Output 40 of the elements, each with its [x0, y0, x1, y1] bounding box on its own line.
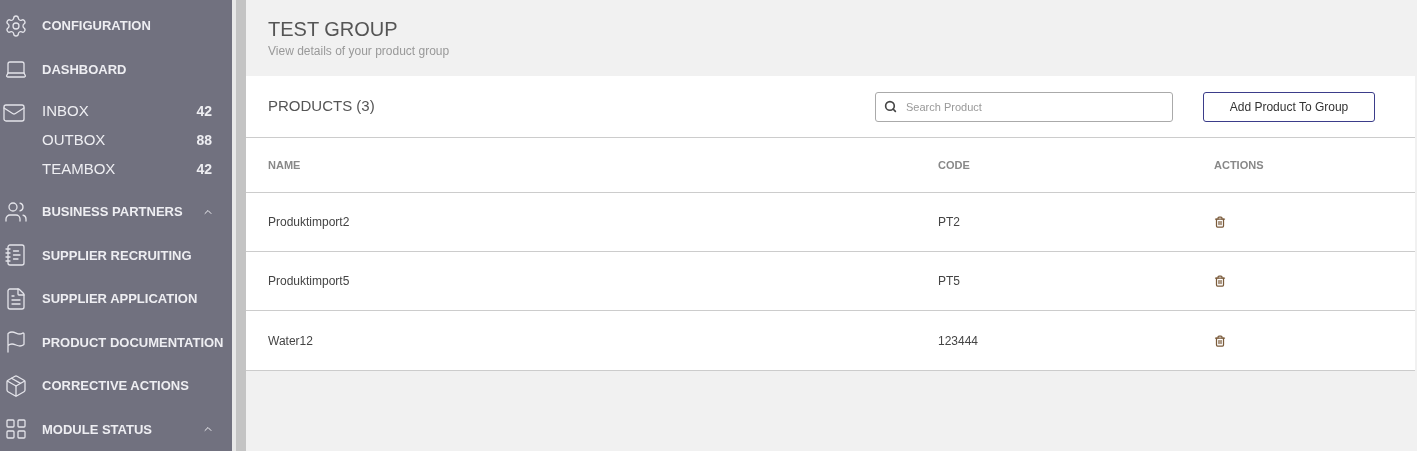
notepad-icon [4, 243, 28, 268]
mail-count: 88 [196, 131, 212, 150]
sidebar-item[interactable]: BUSINESS PARTNERS [0, 190, 232, 234]
envelope-icon [2, 101, 26, 125]
mail-count: 42 [196, 102, 212, 121]
mailbox-item[interactable]: OUTBOX 88 [42, 126, 212, 155]
mailbox-item[interactable]: INBOX 42 [42, 97, 212, 126]
column-header: NAME [268, 157, 302, 173]
page-subtitle: View details of your product group [268, 43, 451, 60]
table-cell-text: 123444 [938, 332, 980, 350]
column-header: ACTIONS [1214, 157, 1264, 173]
gear-icon [4, 13, 28, 38]
sidebar-item[interactable]: SUPPLIER APPLICATION [0, 277, 232, 321]
mail-count: 42 [196, 160, 212, 179]
search-field[interactable]: Search Product [875, 91, 1173, 122]
flag-icon [4, 330, 28, 355]
sidebar-item[interactable]: DASHBOARD [0, 47, 232, 91]
delete-icon[interactable] [1214, 216, 1226, 228]
grid-icon [4, 417, 28, 442]
sidebar-item[interactable]: SUPPLIER RECRUITING [0, 233, 232, 277]
mailbox-item[interactable]: TEAMBOX 42 [42, 155, 212, 184]
delete-icon[interactable] [1214, 275, 1226, 287]
section-heading: PRODUCTS (3) [268, 96, 376, 117]
sidebar-item[interactable]: MODULE STATUS [0, 407, 232, 451]
page-title: TEST GROUP [268, 17, 399, 42]
box-icon [4, 373, 28, 398]
sidebar-item[interactable]: CONFIGURATION [0, 4, 232, 48]
table-cell-text: PT5 [938, 273, 961, 290]
table-cell-text: PT2 [938, 214, 961, 231]
delete-icon[interactable] [1214, 334, 1226, 347]
add-product-button[interactable]: Add Product To Group [1203, 91, 1375, 122]
table-cell-text: Produktimport5 [268, 273, 351, 290]
table-cell-text: Water12 [268, 332, 314, 350]
column-header: CODE [938, 157, 971, 173]
document-icon [4, 286, 28, 311]
people-icon [4, 199, 28, 224]
table-cell-text: Produktimport2 [268, 214, 351, 231]
search-icon [884, 99, 897, 113]
sidebar-item[interactable]: PRODUCT DOCUMENTATION [0, 320, 232, 364]
sidebar-item[interactable]: CORRECTIVE ACTIONS [0, 364, 232, 408]
